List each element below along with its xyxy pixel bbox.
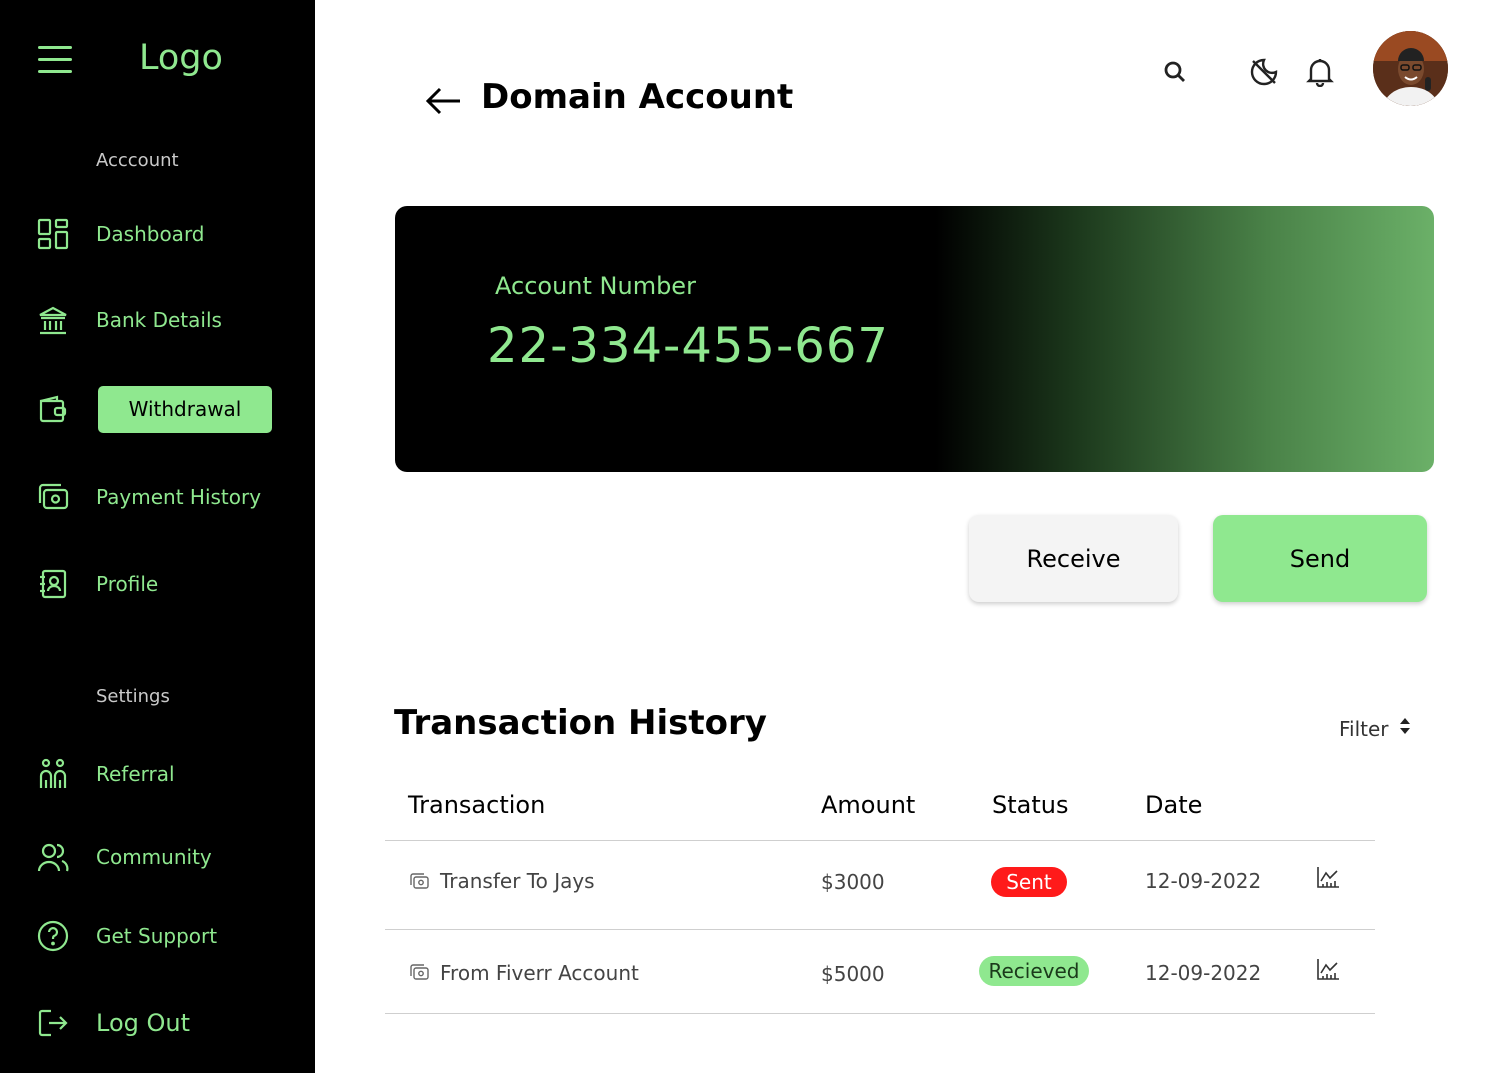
sidebar-item-bank-details[interactable]: Bank Details (36, 298, 222, 342)
account-number-label: Account Number (495, 272, 696, 300)
sidebar-item-label: Profile (96, 572, 159, 596)
receive-button[interactable]: Receive (969, 515, 1178, 602)
bell-icon[interactable] (1302, 54, 1338, 90)
money-icon (36, 480, 70, 514)
page-title: Domain Account (481, 77, 794, 117)
logo: Logo (139, 38, 223, 78)
menu-icon[interactable] (38, 44, 74, 76)
search-icon[interactable] (1157, 54, 1193, 90)
sidebar-item-profile[interactable]: Profile (36, 562, 158, 606)
send-button[interactable]: Send (1213, 515, 1427, 602)
sort-icon (1399, 716, 1411, 741)
settings-section-label: Settings (96, 686, 170, 707)
sidebar-item-label: Bank Details (96, 308, 222, 332)
transaction-date: 12-09-2022 (1145, 961, 1262, 985)
divider (385, 1013, 1375, 1014)
account-card: Account Number 22-334-455-667 (395, 206, 1434, 472)
sidebar-item-referral[interactable]: Referral (36, 752, 175, 796)
wallet-icon (36, 392, 70, 426)
sidebar-item-dashboard[interactable]: Dashboard (36, 212, 205, 256)
money-icon (410, 873, 429, 889)
transaction-amount: $5000 (821, 962, 885, 986)
contact-book-icon (36, 567, 70, 601)
status-badge: Sent (991, 867, 1067, 897)
chart-icon[interactable] (1315, 864, 1341, 890)
money-icon (410, 964, 429, 980)
sidebar-item-withdrawal[interactable]: Withdrawal (36, 385, 272, 433)
chart-icon[interactable] (1315, 956, 1341, 982)
bank-icon (36, 303, 70, 337)
sidebar-item-payment-history[interactable]: Payment History (36, 475, 261, 519)
column-header-status[interactable]: Status (992, 791, 1068, 819)
sidebar-item-label: Get Support (96, 924, 218, 948)
sidebar-item-label: Referral (96, 762, 175, 786)
account-number-value: 22-334-455-667 (487, 318, 889, 374)
filter-button[interactable]: Filter (1339, 716, 1411, 741)
avatar[interactable] (1373, 31, 1448, 106)
sidebar-item-label: Dashboard (96, 222, 205, 246)
divider (385, 929, 1375, 930)
account-section-label: Acccount (96, 150, 179, 171)
column-header-amount[interactable]: Amount (821, 791, 915, 819)
dark-mode-icon[interactable] (1246, 54, 1282, 90)
people-icon (36, 757, 70, 791)
help-icon (36, 919, 70, 953)
divider (385, 840, 1375, 841)
sidebar-item-community[interactable]: Community (36, 835, 212, 879)
transaction-history-title: Transaction History (394, 703, 767, 743)
transaction-name: From Fiverr Account (440, 961, 639, 985)
status-badge: Recieved (979, 956, 1089, 986)
transaction-amount: $3000 (821, 870, 885, 894)
sidebar-item-label: Community (96, 845, 212, 869)
filter-label: Filter (1339, 716, 1389, 741)
column-header-transaction[interactable]: Transaction (408, 791, 545, 819)
back-arrow-icon[interactable] (424, 84, 464, 118)
sidebar-item-log-out[interactable]: Log Out (36, 1001, 190, 1045)
sidebar-item-label: Withdrawal (98, 385, 272, 433)
sidebar-item-label: Log Out (96, 1009, 191, 1037)
app: Logo Acccount Dashboard Bank Details Wit… (0, 0, 1512, 1073)
column-header-date[interactable]: Date (1145, 791, 1202, 819)
transaction-date: 12-09-2022 (1145, 869, 1262, 893)
logout-icon (36, 1006, 70, 1040)
dashboard-icon (36, 217, 70, 251)
users-icon (36, 840, 70, 874)
transaction-name: Transfer To Jays (440, 869, 595, 893)
sidebar-item-label: Payment History (96, 485, 262, 509)
sidebar: Logo Acccount Dashboard Bank Details Wit… (0, 0, 315, 1073)
sidebar-item-get-support[interactable]: Get Support (36, 914, 217, 958)
